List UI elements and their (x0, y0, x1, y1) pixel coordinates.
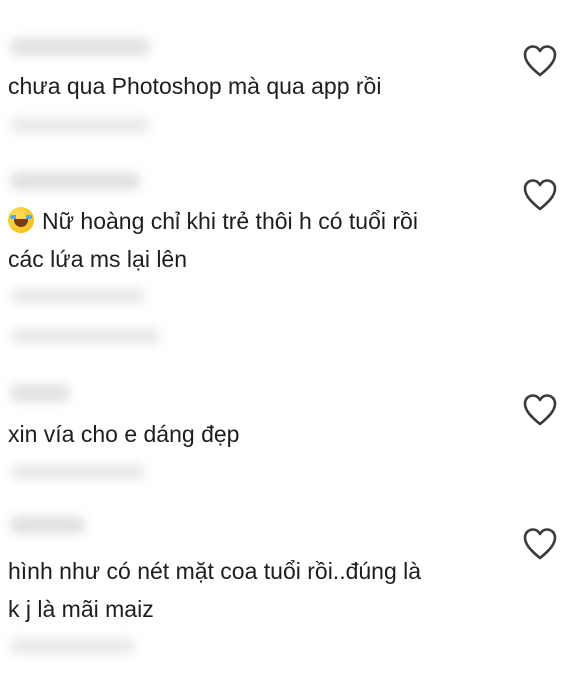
laughing-with-tears-emoji (8, 207, 34, 233)
blurred-view-replies (10, 328, 160, 344)
like-button[interactable] (522, 393, 558, 427)
like-button[interactable] (522, 527, 558, 561)
heart-outline-icon (523, 394, 557, 426)
blurred-username (10, 384, 70, 402)
comment-item: Nữ hoàng chỉ khi trẻ thôi h có tuổi rồi … (0, 150, 580, 360)
comment-text-line: các lứa ms lại lên (8, 246, 188, 272)
blurred-timestamp (10, 464, 145, 480)
comment-item: xin vía cho e dáng đẹp (0, 360, 580, 500)
comment-text: hình như có nét mặt coa tuổi rồi..đúng l… (8, 552, 503, 628)
heart-outline-icon (523, 45, 557, 77)
comment-item: chưa qua Photoshop mà qua app rồi (0, 0, 580, 150)
comment-item: hình như có nét mặt coa tuổi rồi..đúng l… (0, 500, 580, 684)
comment-text-line: k j là mãi maiz (8, 596, 154, 622)
comment-list: chưa qua Photoshop mà qua app rồi Nữ hoà… (0, 0, 580, 684)
comment-text: xin vía cho e dáng đẹp (8, 415, 503, 453)
comment-text-line: hình như có nét mặt coa tuổi rồi..đúng l… (8, 558, 422, 584)
like-button[interactable] (522, 178, 558, 212)
comment-text-line: xin vía cho e dáng đẹp (8, 421, 240, 447)
comment-text-line: chưa qua Photoshop mà qua app rồi (8, 73, 382, 99)
heart-outline-icon (523, 179, 557, 211)
blurred-username (10, 516, 85, 534)
blurred-timestamp (10, 638, 135, 654)
blurred-timestamp (10, 117, 150, 133)
blurred-username (10, 172, 140, 190)
blurred-timestamp (10, 288, 145, 304)
comment-text: chưa qua Photoshop mà qua app rồi (8, 67, 503, 105)
heart-outline-icon (523, 528, 557, 560)
comment-text-line: Nữ hoàng chỉ khi trẻ thôi h có tuổi rồi (42, 208, 418, 234)
blurred-username (10, 38, 150, 56)
like-button[interactable] (522, 44, 558, 78)
comment-text: Nữ hoàng chỉ khi trẻ thôi h có tuổi rồi … (8, 202, 503, 278)
